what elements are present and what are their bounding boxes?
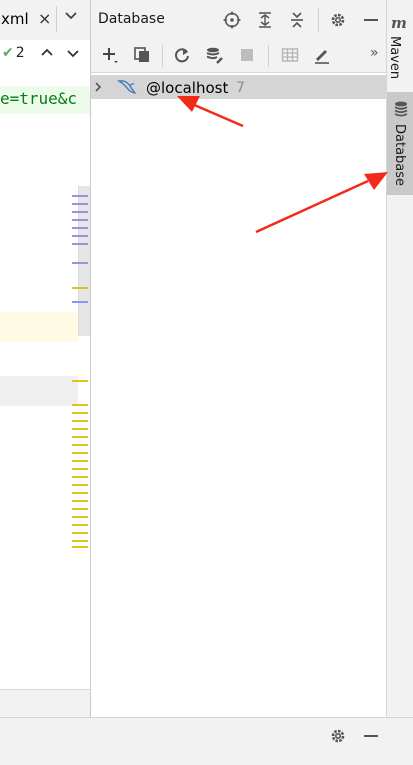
gear-icon[interactable] <box>329 727 347 745</box>
database-icon <box>394 101 408 117</box>
previous-highlight-icon[interactable] <box>40 46 54 60</box>
stop-icon[interactable] <box>238 46 256 64</box>
minimize-icon[interactable] <box>362 11 380 29</box>
editor-tab-label[interactable]: xml <box>1 10 29 28</box>
inspection-count-value: 2 <box>15 45 25 61</box>
tree-item-label[interactable]: @localhost <box>146 79 228 97</box>
table-icon[interactable] <box>281 46 299 64</box>
selected-line-highlight <box>0 376 78 406</box>
check-icon: ✔ <box>2 45 14 61</box>
minimize-icon[interactable] <box>362 727 380 745</box>
expand-arrow-icon[interactable] <box>93 81 103 93</box>
toolbar-more-icon[interactable]: » <box>370 45 379 61</box>
refresh-icon[interactable] <box>173 46 191 64</box>
add-icon[interactable] <box>101 46 119 64</box>
crosshair-icon[interactable] <box>223 11 241 29</box>
code-line[interactable]: e=true&c <box>0 89 77 108</box>
collapse-all-icon[interactable] <box>288 11 306 29</box>
tree-item-count: 7 <box>236 80 245 96</box>
toolbar-separator <box>268 45 269 67</box>
expand-all-icon[interactable] <box>256 11 274 29</box>
error-stripe <box>72 0 90 717</box>
edit-icon[interactable] <box>313 46 331 64</box>
mysql-dolphin-icon <box>117 80 137 95</box>
toolbar-separator <box>162 45 163 67</box>
database-title: Database <box>98 11 165 27</box>
inspection-ok-count[interactable]: ✔ 2 <box>2 45 25 61</box>
bottom-tool-bar <box>0 717 413 765</box>
maven-tool-tab[interactable]: Maven <box>387 36 402 79</box>
copy-icon[interactable] <box>133 46 151 64</box>
editor-horizontal-scrollbar[interactable] <box>0 689 90 718</box>
schema-settings-icon[interactable] <box>205 46 223 64</box>
tab-close-icon[interactable]: × <box>38 9 51 28</box>
caret-line-highlight <box>0 312 78 342</box>
tab-separator <box>56 6 57 32</box>
gear-icon[interactable] <box>329 11 347 29</box>
database-tool-tab-label[interactable]: Database <box>392 124 407 186</box>
header-separator <box>318 8 319 32</box>
maven-icon[interactable]: m <box>391 14 407 32</box>
database-tool-window <box>90 0 387 717</box>
